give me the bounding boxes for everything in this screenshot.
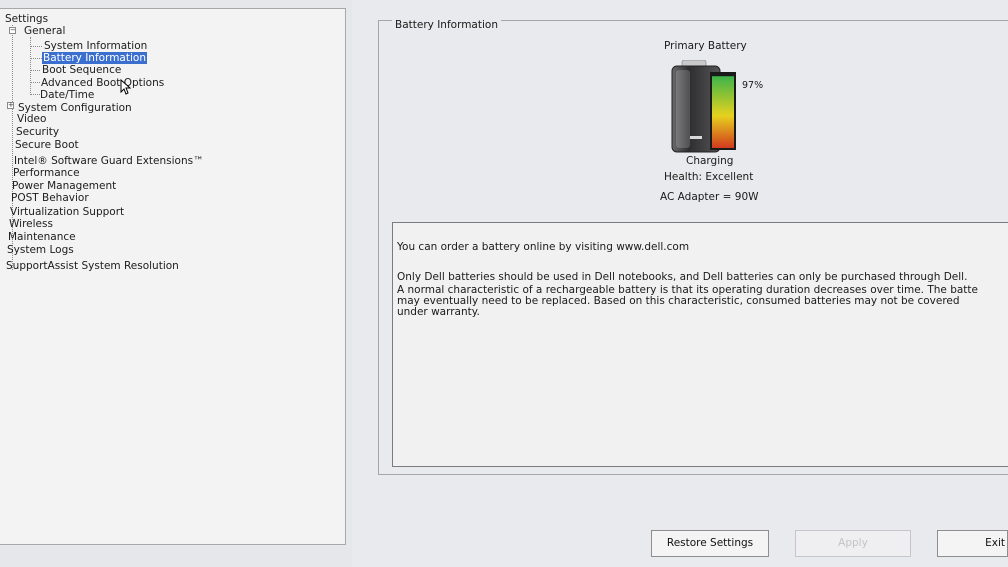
tree-item-secure-boot[interactable]: Secure Boot: [15, 139, 79, 151]
tree-item-power-management[interactable]: Power Management: [12, 180, 116, 192]
tree-item-label: Wireless: [9, 218, 53, 230]
tree-item-video[interactable]: Video: [17, 113, 46, 125]
expand-icon[interactable]: +: [7, 102, 14, 109]
tree-item-label: Power Management: [12, 180, 117, 192]
tree-connector: [30, 94, 40, 95]
battery-indicator: [690, 136, 702, 139]
tree-item-label: Battery Information: [42, 52, 147, 64]
tree-item-intel-sgx[interactable]: Intel® Software Guard Extensions™: [14, 155, 204, 167]
tree-item-label: System Logs: [7, 244, 74, 256]
battery-health: Health: Excellent: [664, 171, 754, 183]
tree-item-label: Date/Time: [40, 89, 95, 101]
tree-item-label: POST Behavior: [11, 192, 89, 204]
tree-item-label: Maintenance: [8, 231, 76, 243]
collapse-icon[interactable]: −: [9, 27, 16, 34]
tree-item-performance[interactable]: Performance: [13, 167, 80, 179]
tree-item-label: Advanced Boot Options: [41, 77, 165, 89]
tree-item-date-time[interactable]: Date/Time: [40, 89, 94, 101]
tree-connector: [30, 82, 40, 83]
tree-item-boot-sequence[interactable]: Boot Sequence: [42, 64, 121, 76]
tree-item-maintenance[interactable]: Maintenance: [8, 231, 76, 243]
info-paragraph-order: You can order a battery online by visiti…: [397, 241, 690, 253]
group-title: Battery Information: [392, 19, 501, 31]
battery-info-textbox: You can order a battery online by visiti…: [392, 222, 1008, 467]
tree-item-label: Security: [16, 126, 60, 138]
exit-button[interactable]: Exit: [937, 530, 1008, 557]
apply-button[interactable]: Apply: [795, 530, 911, 557]
battery-percent: 97%: [742, 80, 764, 91]
charging-status: Charging: [686, 155, 734, 167]
tree-item-label: Intel® Software Guard Extensions™: [14, 155, 204, 167]
settings-tree[interactable]: Settings − + General System Information …: [0, 8, 346, 545]
tree-item-label: Virtualization Support: [10, 206, 125, 218]
tree-root-settings[interactable]: Settings: [5, 13, 48, 25]
tree-item-label: Performance: [13, 167, 80, 179]
tree-item-label: Boot Sequence: [42, 64, 122, 76]
tree-item-battery-information[interactable]: Battery Information: [42, 52, 147, 64]
tree-item-label: Video: [17, 113, 47, 125]
info-paragraph-dell-only: Only Dell batteries should be used in De…: [397, 271, 968, 283]
tree-item-label: General: [24, 25, 66, 37]
ac-adapter-rating: AC Adapter = 90W: [660, 191, 759, 203]
tree-item-security[interactable]: Security: [16, 126, 59, 138]
tree-item-post-behavior[interactable]: POST Behavior: [11, 192, 89, 204]
tree-root-label: Settings: [5, 13, 49, 25]
info-paragraph-characteristic: A normal characteristic of a rechargeabl…: [397, 284, 979, 318]
tree-item-advanced-boot-options[interactable]: Advanced Boot Options: [41, 77, 164, 89]
tree-item-label: Secure Boot: [15, 139, 79, 151]
tree-item-general[interactable]: General: [24, 25, 65, 37]
tree-item-label: SupportAssist System Resolution: [6, 260, 179, 272]
tree-item-system-logs[interactable]: System Logs: [7, 244, 74, 256]
tree-item-system-information[interactable]: System Information: [44, 40, 147, 52]
primary-battery-heading: Primary Battery: [664, 40, 747, 52]
tree-item-supportassist[interactable]: SupportAssist System Resolution: [6, 260, 179, 272]
battery-level-fill: [712, 76, 734, 148]
tree-item-label: System Information: [44, 40, 148, 52]
mouse-pointer-icon: [120, 79, 132, 95]
battery-information-panel: Battery Information Primary Battery 97% …: [352, 0, 1008, 567]
battery-icon: [671, 60, 736, 153]
restore-settings-button[interactable]: Restore Settings: [651, 530, 769, 557]
tree-connector: [30, 58, 42, 59]
tree-item-virtualization-support[interactable]: Virtualization Support: [10, 206, 124, 218]
tree-item-wireless[interactable]: Wireless: [9, 218, 53, 230]
battery-gloss: [676, 70, 690, 148]
tree-connector: [30, 46, 42, 47]
tree-connector: [30, 70, 40, 71]
